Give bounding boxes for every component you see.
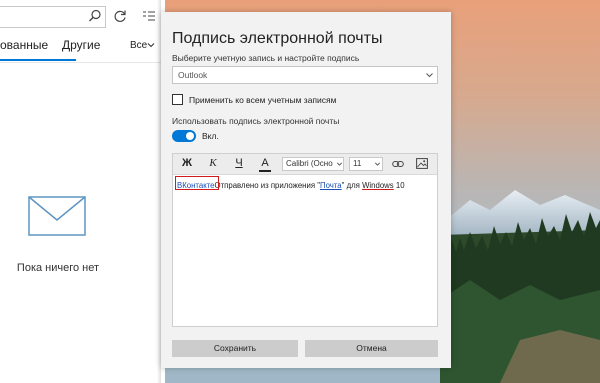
filter-dropdown[interactable]: Bce bbox=[130, 40, 147, 51]
toggle-knob bbox=[186, 132, 194, 140]
signature-editor[interactable]: Ж К Ч А Calibri (Осно 11 ВКонтактеОтправ… bbox=[172, 153, 438, 327]
use-signature-toggle[interactable] bbox=[172, 130, 196, 142]
font-color-button[interactable]: А bbox=[257, 157, 273, 169]
signature-text-before: Отправлено из приложения " bbox=[214, 181, 320, 190]
account-select-label: Выберите учетную запись и настройте подп… bbox=[172, 53, 360, 63]
windows-word: Windows bbox=[362, 181, 394, 190]
divider bbox=[0, 62, 165, 63]
formatting-toolbar: Ж К Ч А Calibri (Осно 11 bbox=[173, 154, 437, 175]
account-select-value: Outlook bbox=[178, 70, 208, 80]
chevron-down-icon bbox=[375, 162, 380, 166]
account-select[interactable]: Outlook bbox=[172, 66, 438, 84]
chevron-down-icon bbox=[337, 162, 342, 166]
font-color-swatch bbox=[259, 170, 271, 172]
empty-state-text: Пока ничего нет bbox=[16, 262, 100, 274]
tab-other[interactable]: Другие bbox=[62, 38, 100, 52]
active-tab-indicator bbox=[0, 59, 76, 61]
mail-list-panel: ованные Другие Bce Пока ничего нет bbox=[0, 0, 165, 383]
tab-focused[interactable]: ованные bbox=[0, 38, 48, 52]
dialog-title: Подпись электронной почты bbox=[172, 30, 383, 47]
mail-app-link[interactable]: Почта bbox=[320, 181, 342, 190]
sync-icon[interactable] bbox=[113, 9, 127, 23]
chevron-down-icon bbox=[426, 73, 433, 78]
search-icon[interactable] bbox=[88, 9, 102, 23]
signature-text-middle: " для bbox=[341, 181, 363, 190]
chevron-down-icon[interactable] bbox=[147, 41, 155, 49]
envelope-icon bbox=[28, 196, 86, 236]
insert-image-icon[interactable] bbox=[416, 158, 428, 169]
link-icon[interactable] bbox=[392, 159, 404, 169]
signature-text-after: 10 bbox=[393, 181, 405, 190]
bold-button[interactable]: Ж bbox=[179, 157, 195, 169]
toggle-state-label: Вкл. bbox=[202, 131, 219, 141]
font-name-select[interactable]: Calibri (Осно bbox=[282, 157, 344, 171]
select-mode-icon[interactable] bbox=[142, 10, 156, 22]
save-button[interactable]: Сохранить bbox=[172, 340, 298, 357]
italic-button[interactable]: К bbox=[205, 157, 221, 169]
underline-button[interactable]: Ч bbox=[231, 157, 247, 169]
highlight-box bbox=[175, 176, 219, 190]
cancel-button[interactable]: Отмена bbox=[305, 340, 438, 357]
apply-all-label[interactable]: Применить ко всем учетным записям bbox=[189, 95, 336, 105]
apply-all-checkbox[interactable] bbox=[172, 94, 183, 105]
signature-dialog: Подпись электронной почты Выберите учетн… bbox=[161, 12, 451, 368]
use-signature-label: Использовать подпись электронной почты bbox=[172, 116, 340, 126]
